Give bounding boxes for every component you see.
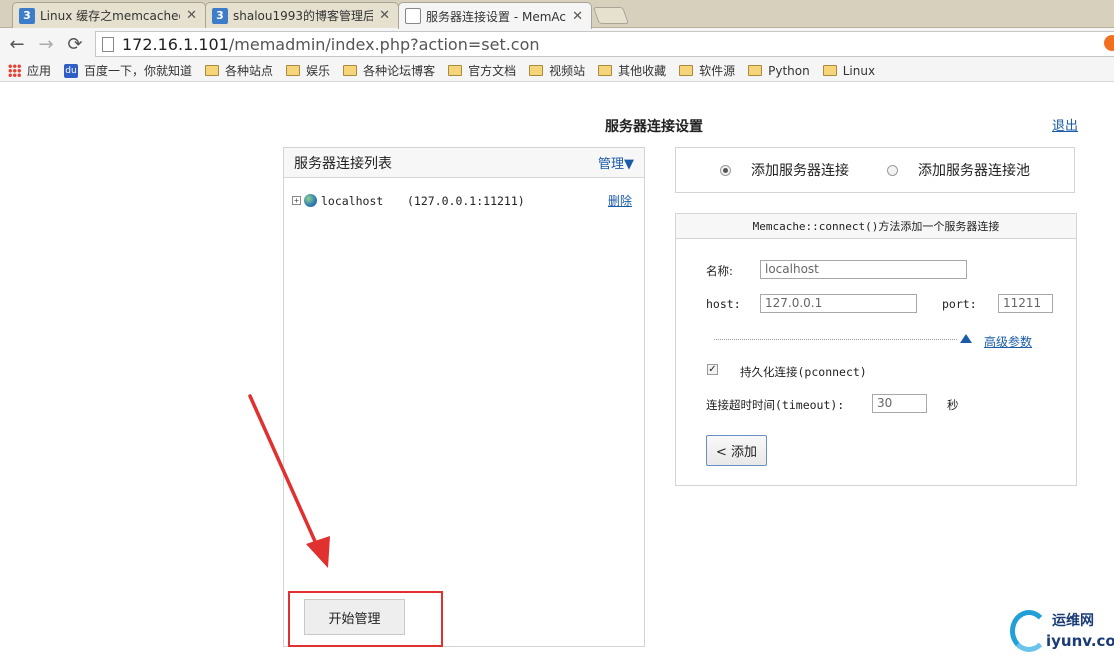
annotation-highlight-box [288, 591, 443, 647]
folder-icon [205, 65, 220, 76]
timeout-input[interactable]: 30 [872, 394, 927, 413]
close-icon[interactable]: ✕ [186, 8, 197, 23]
triangle-up-icon[interactable] [960, 334, 972, 343]
advanced-params-link[interactable]: 高级参数 [984, 333, 1032, 350]
bookmark-folder[interactable]: Python [748, 64, 810, 78]
browser-toolbar: ← → ⟳ 172.16.1.101 /memadmin/index.php?a… [0, 28, 1114, 60]
name-input[interactable]: localhost [760, 260, 967, 279]
tab-title: shalou1993的博客管理后 [233, 9, 374, 23]
back-arrow-icon[interactable]: ← [6, 33, 28, 55]
host-input[interactable]: 127.0.0.1 [760, 294, 917, 313]
persistent-label: 持久化连接(pconnect) [740, 365, 867, 379]
radio-selected-icon[interactable] [720, 164, 731, 176]
timeout-unit: 秒 [947, 398, 959, 412]
connection-form-panel: Memcache::connect()方法添加一个服务器连接 名称: local… [675, 213, 1077, 486]
watermark-logo: 运维网 iyunv.com [1010, 606, 1114, 656]
bookmark-apps[interactable]: 应用 [8, 62, 51, 79]
reload-icon[interactable]: ⟳ [64, 33, 86, 55]
bookmark-folder[interactable]: 软件源 [679, 62, 735, 79]
page-title: 服务器连接设置 [605, 119, 703, 135]
apps-grid-icon [8, 64, 21, 77]
browser-tab-1[interactable]: 3 Linux 缓存之memcached ✕ [12, 2, 206, 28]
folder-icon [343, 65, 358, 76]
url-path: /memadmin/index.php?action=set.con [228, 34, 540, 54]
radio-unselected-icon[interactable] [887, 164, 898, 176]
watermark-domain: iyunv.com [1046, 632, 1114, 650]
bookmark-folder[interactable]: 其他收藏 [598, 62, 666, 79]
folder-icon [598, 65, 613, 76]
timeout-label: 连接超时时间(timeout): [706, 398, 845, 412]
document-icon [405, 8, 421, 24]
server-row: + localhost (127.0.0.1:11211) 删除 [292, 192, 632, 209]
bookmark-folder[interactable]: 官方文档 [448, 62, 516, 79]
name-label: 名称: [706, 264, 733, 278]
bookmark-baidu[interactable]: du 百度一下，你就知道 [64, 62, 192, 79]
add-button[interactable]: < 添加 [706, 435, 767, 466]
browser-tab-3-active[interactable]: 服务器连接设置 - MemAc ✕ [398, 2, 592, 29]
folder-icon [529, 65, 544, 76]
advanced-divider [714, 339, 957, 340]
persistent-checkbox[interactable]: ✓ [707, 364, 718, 375]
bookmark-folder[interactable]: 娱乐 [286, 62, 330, 79]
bookmark-folder[interactable]: 视频站 [529, 62, 585, 79]
port-label: port: [942, 297, 977, 311]
close-icon[interactable]: ✕ [379, 8, 390, 23]
site-favicon-icon: 3 [19, 7, 35, 24]
folder-icon [822, 65, 837, 76]
server-list-header: 服务器连接列表 管理▼ [284, 148, 644, 178]
form-heading: Memcache::connect()方法添加一个服务器连接 [676, 214, 1076, 239]
folder-icon [748, 65, 763, 76]
logout-link[interactable]: 退出 [1052, 115, 1078, 134]
browser-tab-strip: 3 Linux 缓存之memcached ✕ 3 shalou1993的博客管理… [0, 0, 1114, 29]
annotation-arrow [248, 394, 330, 568]
bookmark-folder[interactable]: 各种论坛博客 [343, 62, 435, 79]
logo-swirl-icon [1010, 610, 1048, 652]
bookmarks-bar: 应用 du 百度一下，你就知道 各种站点 娱乐 各种论坛博客 官方文档 视频站 其… [0, 60, 1114, 82]
page-icon [102, 36, 114, 52]
connection-mode-panel: 添加服务器连接 添加服务器连接池 [675, 147, 1075, 193]
expand-plus-icon[interactable]: + [292, 196, 301, 205]
manage-dropdown[interactable]: 管理▼ [598, 153, 634, 172]
folder-icon [679, 65, 694, 76]
baidu-paw-icon: du [64, 63, 79, 78]
extension-icon[interactable] [1104, 35, 1114, 51]
host-label: host: [706, 297, 741, 311]
tab-title: Linux 缓存之memcached [40, 9, 181, 23]
radio-add-pool[interactable]: 添加服务器连接池 [887, 160, 1030, 180]
server-address: (127.0.0.1:11211) [407, 193, 525, 208]
folder-icon [286, 65, 301, 76]
site-favicon-icon: 3 [212, 7, 228, 24]
tab-title: 服务器连接设置 - MemAc [426, 9, 566, 24]
bookmark-folder[interactable]: Linux [822, 64, 875, 78]
delete-server-link[interactable]: 删除 [608, 192, 632, 209]
port-input[interactable]: 11211 [998, 294, 1053, 313]
bookmark-folder[interactable]: 各种站点 [205, 62, 273, 79]
forward-arrow-icon[interactable]: → [35, 33, 57, 55]
browser-tab-2[interactable]: 3 shalou1993的博客管理后 ✕ [205, 2, 399, 28]
new-tab-button[interactable] [592, 7, 630, 24]
server-list-title: 服务器连接列表 [294, 155, 392, 172]
watermark-text: 运维网 [1052, 613, 1094, 629]
close-icon[interactable]: ✕ [572, 9, 583, 24]
server-name[interactable]: localhost [321, 194, 407, 208]
address-bar[interactable]: 172.16.1.101 /memadmin/index.php?action=… [95, 31, 1114, 57]
radio-add-connection[interactable]: 添加服务器连接 [720, 160, 849, 180]
url-host: 172.16.1.101 [122, 34, 229, 54]
globe-icon [304, 194, 317, 207]
folder-icon [448, 65, 463, 76]
